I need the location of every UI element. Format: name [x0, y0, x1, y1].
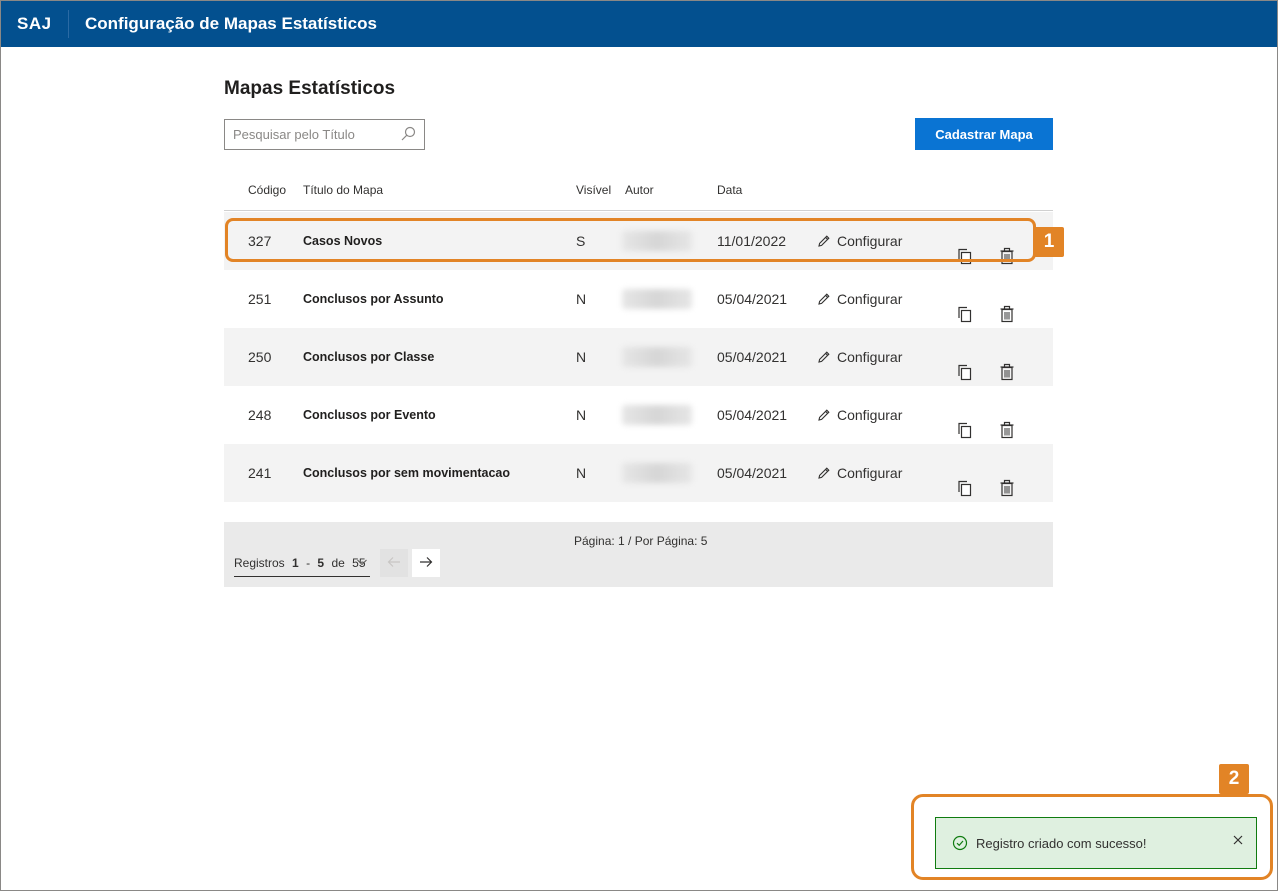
trash-icon — [1000, 363, 1014, 381]
row-date: 05/04/2021 — [717, 349, 788, 365]
table-row[interactable]: 250 Conclusos por Classe N 05/04/2021 Co… — [224, 328, 1053, 386]
trash-icon — [1000, 421, 1014, 439]
row-visible: N — [576, 465, 587, 481]
pencil-icon — [818, 467, 830, 479]
configure-button[interactable]: Configurar — [817, 444, 902, 502]
delete-button[interactable] — [999, 405, 1017, 439]
page-title: Mapas Estatísticos — [224, 78, 396, 99]
callout-badge-1: 1 — [1034, 227, 1064, 257]
search-icon[interactable] — [400, 126, 416, 142]
of-label: de — [331, 556, 345, 570]
trash-icon — [1000, 305, 1014, 323]
row-title: Conclusos por sem movimentacao — [303, 466, 511, 480]
configure-label: Configurar — [837, 407, 903, 423]
configure-label: Configurar — [837, 349, 903, 365]
column-header-title[interactable]: Título do Mapa — [303, 183, 383, 197]
row-author-redacted — [622, 454, 692, 492]
range-start: 1 — [292, 556, 299, 570]
row-date: 05/04/2021 — [717, 407, 788, 423]
copy-button[interactable] — [956, 289, 976, 323]
row-date: 05/04/2021 — [717, 465, 788, 481]
previous-page-button[interactable] — [380, 549, 408, 577]
column-header-author[interactable]: Autor — [625, 183, 654, 197]
table-row[interactable]: 251 Conclusos por Assunto N 05/04/2021 C… — [224, 270, 1053, 328]
row-date: 05/04/2021 — [717, 291, 788, 307]
configure-button[interactable]: Configurar — [817, 386, 902, 444]
row-visible: N — [576, 407, 587, 423]
configure-button[interactable]: Configurar — [817, 270, 902, 328]
row-title: Conclusos por Assunto — [303, 292, 444, 306]
app-title: Configuração de Mapas Estatísticos — [85, 14, 377, 33]
pencil-icon — [818, 409, 830, 421]
configure-button[interactable]: Configurar — [817, 328, 902, 386]
copy-icon — [958, 480, 972, 497]
column-header-visible[interactable]: Visível — [576, 183, 611, 197]
row-title: Conclusos por Evento — [303, 408, 436, 422]
arrow-left-icon — [387, 556, 400, 567]
row-author-redacted — [622, 280, 692, 318]
table-header: Código Título do Mapa Visível Autor Data — [224, 170, 1053, 211]
configure-label: Configurar — [837, 291, 903, 307]
page-info: Página: 1 / Por Página: 5 — [574, 534, 708, 548]
copy-button[interactable] — [956, 463, 976, 497]
callout-badge-2: 2 — [1219, 764, 1249, 794]
row-author-redacted — [622, 338, 692, 376]
brand-logo[interactable]: SAJ — [1, 10, 69, 38]
search-box[interactable] — [224, 119, 425, 150]
top-bar: SAJ Configuração de Mapas Estatísticos — [1, 1, 1277, 47]
delete-button[interactable] — [999, 289, 1017, 323]
row-code: 251 — [248, 291, 272, 307]
records-label: Registros — [234, 556, 285, 570]
success-toast: Registro criado com sucesso! — [935, 817, 1257, 869]
range-end: 5 — [317, 556, 325, 570]
row-author-redacted — [622, 396, 692, 434]
table-row[interactable]: 248 Conclusos por Evento N 05/04/2021 Co… — [224, 386, 1053, 444]
delete-button[interactable] — [999, 347, 1017, 381]
pencil-icon — [818, 351, 830, 363]
check-circle-icon — [952, 835, 968, 851]
row-visible: N — [576, 291, 587, 307]
row-visible: N — [576, 349, 587, 365]
trash-icon — [1000, 479, 1014, 497]
column-header-code[interactable]: Código — [248, 183, 286, 197]
records-per-page-dropdown[interactable]: Registros 1 - 5 de 55 — [234, 550, 370, 577]
copy-icon — [958, 422, 972, 439]
add-map-button[interactable]: Cadastrar Mapa — [915, 118, 1053, 150]
row-code: 241 — [248, 465, 272, 481]
arrow-right-icon — [420, 556, 433, 567]
configure-label: Configurar — [837, 465, 903, 481]
column-header-date[interactable]: Data — [717, 183, 742, 197]
toast-message: Registro criado com sucesso! — [976, 835, 1147, 851]
pagination-bar: Página: 1 / Por Página: 5 Registros 1 - … — [224, 522, 1053, 587]
row-title: Conclusos por Classe — [303, 350, 435, 364]
copy-button[interactable] — [956, 405, 976, 439]
close-icon[interactable] — [1232, 834, 1244, 846]
copy-icon — [958, 306, 972, 323]
row-code: 248 — [248, 407, 272, 423]
pencil-icon — [818, 293, 830, 305]
range-separator: - — [306, 556, 311, 570]
copy-icon — [958, 364, 972, 381]
row-code: 250 — [248, 349, 272, 365]
next-page-button[interactable] — [412, 549, 440, 577]
delete-button[interactable] — [999, 463, 1017, 497]
chevron-down-icon — [357, 559, 367, 566]
copy-button[interactable] — [956, 347, 976, 381]
search-input[interactable] — [225, 120, 395, 149]
highlight-box-row — [225, 218, 1036, 262]
table-row[interactable]: 241 Conclusos por sem movimentacao N 05/… — [224, 444, 1053, 502]
